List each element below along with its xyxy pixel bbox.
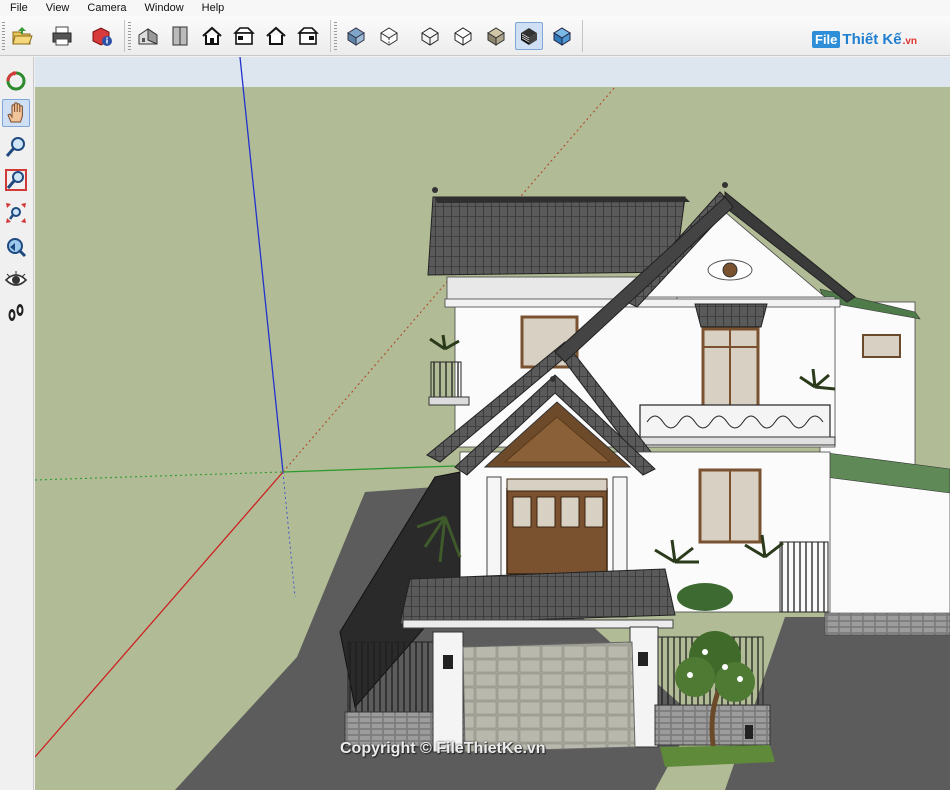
orbit-icon[interactable] [2,67,30,95]
roof-finial-porch [550,376,556,382]
shrub-yard [677,583,733,611]
zoom-icon[interactable] [2,133,30,161]
yard-lamp [745,725,753,739]
zoom-window-icon[interactable] [2,166,30,194]
fence-front-left [347,641,439,713]
right-view-icon[interactable] [230,22,258,50]
previous-view-icon[interactable] [2,233,30,261]
upper-window-awning [694,303,768,328]
brand-logo-box: File [812,30,841,48]
pillar-lamp-left [443,655,453,669]
upper-roof-left [427,196,686,276]
camera-toolbar [0,57,34,790]
upper-roof-ridge [435,197,690,203]
gate-pillar-left [432,631,464,753]
driveway [462,641,636,753]
front-view-icon[interactable] [198,22,226,50]
monochrome-icon[interactable] [548,22,576,50]
brand-logo-main: Thiết Kế [842,30,902,48]
left-balcony [430,361,462,401]
toolbar-grip[interactable] [2,22,5,50]
fence-side-right [779,541,829,613]
scene-canvas [35,57,950,790]
sky [35,57,950,87]
balcony-slab [634,436,836,446]
look-around-icon[interactable] [2,266,30,294]
pan-icon[interactable] [2,99,30,127]
toolbar-separator [582,20,583,52]
walk-icon[interactable] [2,299,30,327]
right-wing-window [862,334,901,358]
menu-help[interactable]: Help [192,0,233,16]
brand-logo: File Thiết Kế .vn [812,26,942,52]
roof-finial-top [722,182,728,188]
menu-view[interactable]: View [36,0,78,16]
open-folder-icon[interactable] [8,22,36,50]
main-toolbar: File Thiết Kế .vn [0,16,950,56]
model-info-icon[interactable] [88,22,116,50]
back-view-icon[interactable] [262,22,290,50]
copyright-watermark: Copyright © FileThietKe.vn [340,740,546,757]
left-view-icon[interactable] [294,22,322,50]
front-door-panel-4 [584,496,604,528]
top-view-icon[interactable] [166,22,194,50]
brand-logo-tld: .vn [902,35,918,47]
toolbar-grip[interactable] [128,22,131,50]
wireframe-icon[interactable] [416,22,444,50]
back-edges-icon[interactable] [375,22,403,50]
hidden-line-icon[interactable] [449,22,477,50]
shaded-textures-icon[interactable] [515,22,543,50]
front-door-transom [506,478,608,492]
zoom-extents-icon[interactable] [2,199,30,227]
print-icon[interactable] [48,22,76,50]
front-door-panel-3 [560,496,580,528]
3d-viewport[interactable] [35,57,950,790]
gable-round-window [722,262,738,278]
front-door-panel-1 [512,496,532,528]
shaded-icon[interactable] [482,22,510,50]
pillar-lamp-right [638,652,648,666]
xray-icon[interactable] [342,22,370,50]
menu-camera[interactable]: Camera [77,0,134,16]
menu-file[interactable]: File [0,0,36,16]
roof-finial-left [432,187,438,193]
iso-view-icon[interactable] [134,22,162,50]
right-plinth [824,612,950,636]
toolbar-grip[interactable] [334,22,337,50]
menu-bar: File View Camera Window Help [0,0,950,16]
toolbar-separator [124,20,125,52]
menu-window[interactable]: Window [135,0,192,16]
left-balcony-slab [428,396,470,406]
balcony-railing [639,404,831,440]
front-door-panel-2 [536,496,556,528]
toolbar-separator [330,20,331,52]
